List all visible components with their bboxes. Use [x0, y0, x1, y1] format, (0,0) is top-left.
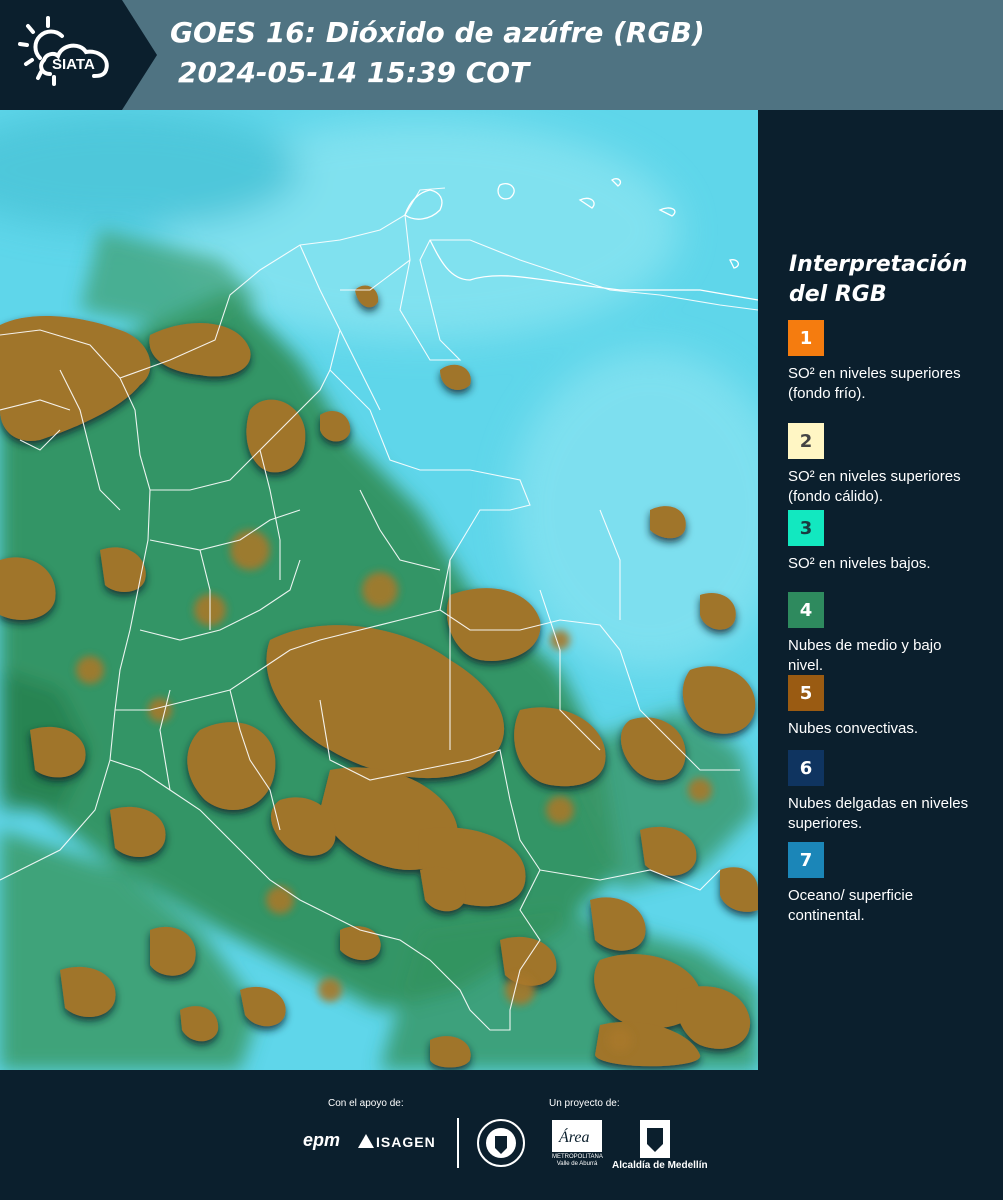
legend-item-2: 2 SO² en niveles superiores (fondo cálido… — [788, 423, 988, 507]
logo-text: SIATA — [52, 56, 95, 73]
isagen-logo[interactable]: ISAGEN — [376, 1134, 436, 1150]
svg-text:Área: Área — [558, 1127, 590, 1146]
epm-logo[interactable]: epm — [303, 1130, 340, 1151]
legend-item-6: 6 Nubes delgadas en niveles superiores. — [788, 750, 988, 834]
legend-label: SO² en niveles bajos. — [788, 555, 931, 572]
legend-item-4: 4 Nubes de medio y bajo nivel. — [788, 592, 988, 676]
project-label: Un proyecto de: — [549, 1098, 620, 1109]
legend-item-3: 3 SO² en niveles bajos. — [788, 510, 988, 574]
legend-swatch: 5 — [788, 675, 824, 711]
legend-panel: Interpretación del RGB 1 SO² en niveles s… — [758, 110, 1003, 1070]
footer: Con el apoyo de: Un proyecto de: epm ISA… — [0, 1070, 1003, 1200]
legend-swatch: 3 — [788, 510, 824, 546]
rgb-composite-image — [0, 110, 758, 1070]
legend-label: Nubes delgadas en niveles superiores. — [788, 795, 969, 832]
alcaldia-crest-icon[interactable] — [640, 1120, 670, 1158]
siata-logo[interactable]: SIATA — [0, 0, 157, 110]
legend-label: SO² en niveles superiores (fondo cálido)… — [788, 468, 961, 505]
legend-item-7: 7 Oceano/ superficie continental. — [788, 842, 988, 926]
legend-title: Interpretación del RGB — [789, 250, 967, 310]
legend-item-1: 1 SO² en niveles superiores (fondo frío). — [788, 320, 988, 404]
satellite-map[interactable] — [0, 110, 758, 1070]
legend-label: SO² en niveles superiores (fondo frío). — [788, 365, 961, 402]
sun-cloud-logo-icon: SIATA — [18, 16, 109, 86]
legend-title-line1: Interpretación — [789, 252, 968, 277]
area-subtext: METROPOLITANA Valle de Aburrá — [552, 1154, 603, 1167]
footer-divider — [457, 1118, 459, 1168]
legend-swatch: 2 — [788, 423, 824, 459]
isagen-icon — [358, 1134, 374, 1148]
legend-label: Nubes convectivas. — [788, 720, 919, 737]
header-bar: SIATA GOES 16: Dióxido de azúfre (RGB) 2… — [0, 0, 1003, 110]
legend-label: Nubes de medio y bajo nivel. — [788, 637, 942, 674]
medellin-seal-icon[interactable] — [476, 1118, 526, 1168]
support-label: Con el apoyo de: — [328, 1098, 404, 1109]
legend-swatch: 7 — [788, 842, 824, 878]
legend-swatch: 4 — [788, 592, 824, 628]
legend-label: Oceano/ superficie continental. — [788, 887, 914, 924]
area-metropolitana-logo[interactable]: Área — [552, 1120, 602, 1152]
legend-swatch: 6 — [788, 750, 824, 786]
legend-title-line2: del RGB — [789, 282, 887, 307]
legend-item-5: 5 Nubes convectivas. — [788, 675, 988, 739]
page-title: GOES 16: Dióxido de azúfre (RGB) — [170, 16, 705, 49]
page-timestamp: 2024-05-14 15:39 COT — [178, 56, 530, 89]
legend-swatch: 1 — [788, 320, 824, 356]
alcaldia-label: Alcaldía de Medellín — [612, 1160, 708, 1171]
